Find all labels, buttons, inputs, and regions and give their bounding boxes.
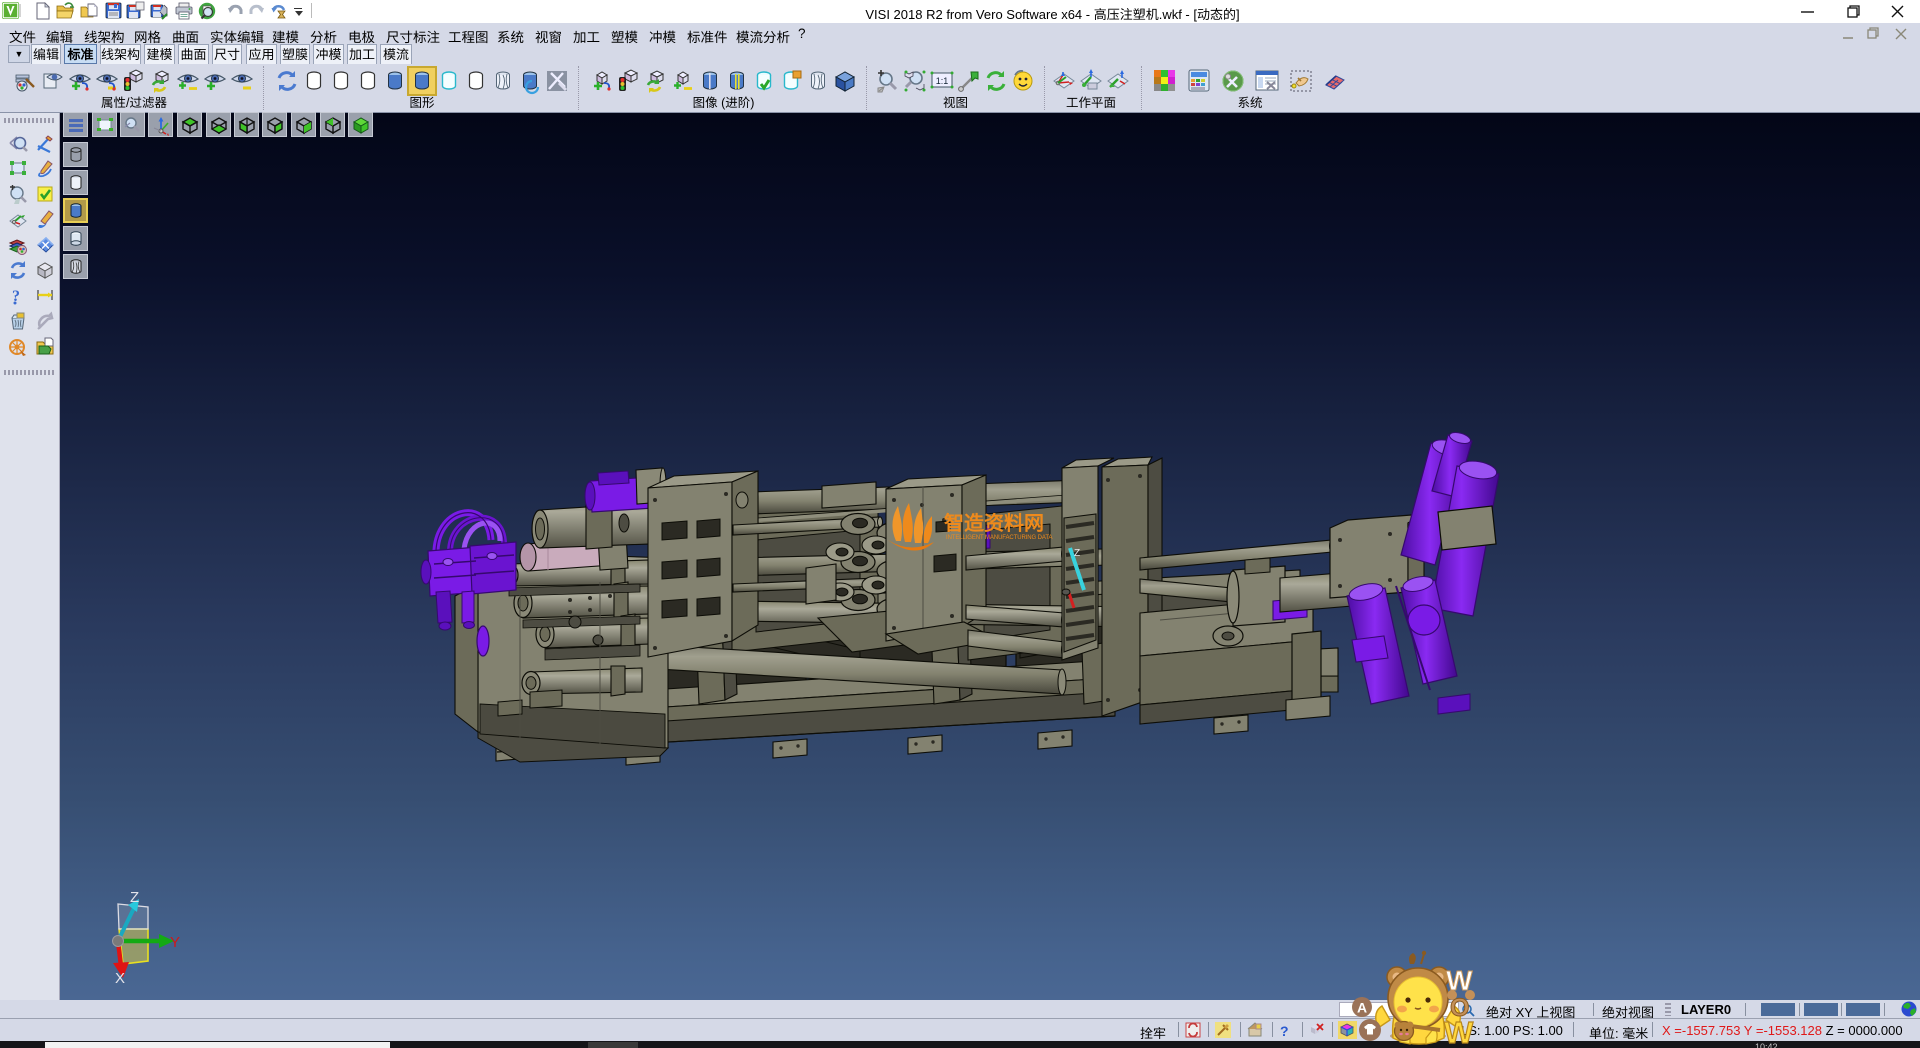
svg-text:智造资料网: 智造资料网 <box>944 507 1044 536</box>
svg-text:1:1: 1:1 <box>936 76 949 86</box>
svg-text:W: W <box>1444 1015 1474 1048</box>
svg-text:X: X <box>115 970 125 987</box>
svg-text:Z: Z <box>130 889 139 906</box>
svg-text:A: A <box>1357 1000 1367 1016</box>
svg-text:Z: Z <box>1074 548 1080 559</box>
svg-text:Y: Y <box>170 934 180 951</box>
svg-text:INTELLIGENT MANUFACTURING DATA: INTELLIGENT MANUFACTURING DATA <box>946 535 1052 541</box>
